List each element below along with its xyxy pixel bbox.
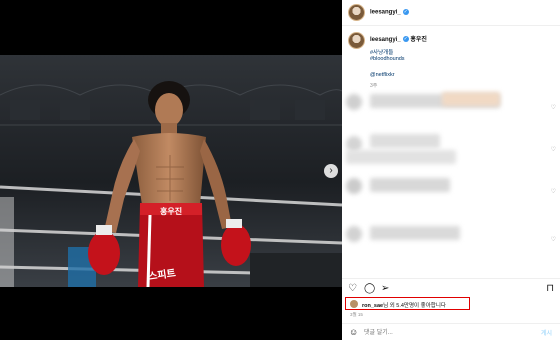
likes-user[interactable]: ron_sae bbox=[362, 303, 383, 309]
caption-author: leesangyi_ ✓ 홍우진 bbox=[370, 34, 427, 43]
likes-text: ron_sae님 외 5.4만명이 좋아합니다 bbox=[362, 301, 446, 309]
bookmark-icon: ⊓ bbox=[546, 283, 554, 294]
likes-summary[interactable]: ron_sae님 외 5.4만명이 좋아합니다 bbox=[345, 297, 470, 310]
list-item: ♡ bbox=[342, 174, 560, 204]
trunks-text-top: 홍우진 bbox=[160, 207, 183, 216]
comment-button[interactable]: ◯ bbox=[364, 283, 375, 294]
caption-username[interactable]: leesangyi_ bbox=[370, 37, 401, 43]
avatar bbox=[350, 300, 358, 308]
list-item: ♡ bbox=[342, 90, 560, 120]
avatar[interactable] bbox=[348, 4, 365, 21]
post-date: 3월 15 bbox=[350, 312, 363, 317]
post-actions: ♡ ◯ ➢ ⊓ ron_sae님 외 5.4만명이 좋아합니다 3월 15 ☺ … bbox=[342, 278, 560, 340]
header-username[interactable]: leesangyi_ ✓ bbox=[370, 9, 409, 16]
caption-avatar[interactable] bbox=[348, 32, 365, 49]
comment-bar: ☺ 게시 bbox=[342, 323, 560, 340]
verified-icon: ✓ bbox=[402, 36, 409, 43]
boxer-photo bbox=[0, 55, 342, 287]
share-button[interactable]: ➢ bbox=[381, 283, 389, 294]
like-button[interactable]: ♡ bbox=[348, 283, 357, 294]
likes-count-text: 님 외 5.4만명이 좋아합니다 bbox=[383, 303, 446, 309]
post-side-panel: leesangyi_ ✓ leesangyi_ ✓ 홍우진 #사냥개들 #blood… bbox=[342, 0, 560, 340]
mention-link[interactable]: @netflixkr bbox=[370, 72, 395, 78]
comment-input[interactable] bbox=[364, 327, 514, 339]
hashtag[interactable]: #bloodhounds bbox=[370, 56, 405, 62]
post-comment-button[interactable]: 게시 bbox=[541, 328, 552, 337]
post-media: 홍우진 스피트 › bbox=[0, 0, 342, 340]
collaborator-name[interactable]: 홍우진 bbox=[410, 37, 427, 43]
comment-like-icon[interactable]: ♡ bbox=[551, 188, 556, 195]
caption-block: leesangyi_ ✓ 홍우진 #사냥개들 #bloodhounds @netf… bbox=[342, 26, 560, 90]
comment-like-icon[interactable]: ♡ bbox=[551, 236, 556, 243]
hashtag[interactable]: #사냥개들 bbox=[370, 48, 393, 56]
emoji-icon[interactable]: ☺ bbox=[349, 327, 358, 337]
next-photo-button[interactable]: › bbox=[324, 164, 338, 178]
heart-icon: ♡ bbox=[348, 283, 357, 294]
verified-icon: ✓ bbox=[402, 9, 409, 15]
list-item: ♡ bbox=[342, 132, 560, 164]
save-button[interactable]: ⊓ bbox=[546, 283, 554, 294]
comment-like-icon[interactable]: ♡ bbox=[551, 146, 556, 153]
caption-time: 3주 bbox=[370, 83, 378, 89]
share-icon: ➢ bbox=[381, 283, 390, 294]
comment-icon: ◯ bbox=[364, 283, 376, 294]
comment-like-icon[interactable]: ♡ bbox=[551, 104, 556, 111]
list-item: ♡ bbox=[342, 222, 560, 252]
post-header: leesangyi_ ✓ bbox=[342, 0, 560, 26]
chevron-right-icon: › bbox=[329, 165, 333, 176]
